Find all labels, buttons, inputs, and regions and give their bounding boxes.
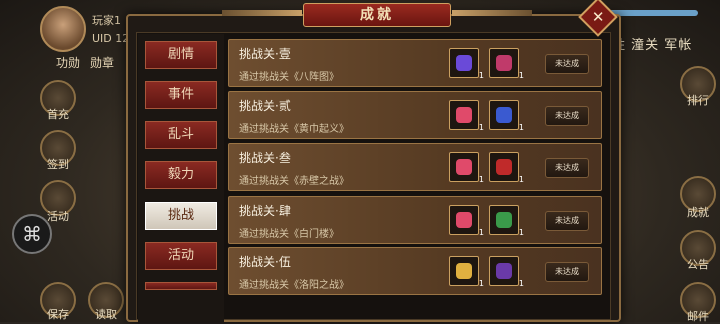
tab-event[interactable]: 事件 <box>145 81 217 109</box>
first-recharge-label: 首充 <box>47 108 69 121</box>
achievement-title: 挑战关·贰 <box>239 99 291 113</box>
claim-status-button[interactable]: 未达成 <box>545 54 589 74</box>
tab-more[interactable] <box>145 282 217 290</box>
tab-perseverance[interactable]: 毅力 <box>145 161 217 189</box>
book-icon <box>496 55 512 71</box>
tab-activity[interactable]: 活动 <box>145 242 217 270</box>
reward-count: 1 <box>518 228 524 237</box>
reward-count: 1 <box>518 123 524 132</box>
reward-item[interactable]: 1 <box>489 152 524 184</box>
tab-challenge[interactable]: 挑战 <box>145 202 217 230</box>
modal-title: 成就 <box>303 3 451 27</box>
reward-item[interactable]: 1 <box>449 48 484 80</box>
achievement-row: 挑战关·贰通过挑战关《黄巾起义》 1 1 未达成 <box>228 91 602 139</box>
gem-icon <box>456 55 472 71</box>
floating-menu-icon[interactable]: ⌘ <box>12 214 52 254</box>
achievement-title: 挑战关·壹 <box>239 47 291 61</box>
title-ornament-left <box>222 10 302 16</box>
close-icon: ✕ <box>591 7 605 26</box>
tab-story[interactable]: 剧情 <box>145 41 217 69</box>
reward-count: 1 <box>478 71 484 80</box>
tab-brawl[interactable]: 乱斗 <box>145 121 217 149</box>
achievement-description: 通过挑战关《赤壁之战》 <box>239 176 349 187</box>
achievement-description: 通过挑战关《黄巾起义》 <box>239 124 349 135</box>
reward-count: 1 <box>518 279 524 288</box>
reward-count: 1 <box>478 175 484 184</box>
claim-status-button[interactable]: 未达成 <box>545 262 589 282</box>
achievement-row: 挑战关·叁通过挑战关《赤壁之战》 1 1 未达成 <box>228 143 602 191</box>
reward-count: 1 <box>518 175 524 184</box>
achievement-title: 挑战关·肆 <box>239 204 291 218</box>
checkin-label: 签到 <box>47 158 69 171</box>
gem-icon <box>456 159 472 175</box>
reward-count: 1 <box>478 228 484 237</box>
claim-status-button[interactable]: 未达成 <box>545 106 589 126</box>
reward-item[interactable]: 1 <box>449 205 484 237</box>
reward-item[interactable]: 1 <box>449 256 484 288</box>
reward-item[interactable]: 1 <box>489 205 524 237</box>
load-label: 读取 <box>95 308 117 321</box>
achievement-row: 挑战关·壹通过挑战关《八阵图》 1 1 未达成 <box>228 39 602 87</box>
claim-status-button[interactable]: 未达成 <box>545 211 589 231</box>
achievement-description: 通过挑战关《八阵图》 <box>239 72 339 83</box>
book-icon <box>496 263 512 279</box>
reward-count: 1 <box>478 123 484 132</box>
medal-link[interactable]: 勋章 <box>90 54 114 71</box>
book-icon <box>496 107 512 123</box>
reward-item[interactable]: 1 <box>449 152 484 184</box>
notice-label: 公告 <box>687 258 709 271</box>
merit-link[interactable]: 功勋 <box>56 54 80 71</box>
gem-icon <box>456 263 472 279</box>
ranking-label: 排行 <box>687 94 709 107</box>
achievement-description: 通过挑战关《洛阳之战》 <box>239 280 349 291</box>
book-icon <box>496 159 512 175</box>
achievement-title: 挑战关·叁 <box>239 151 291 165</box>
save-label: 保存 <box>47 308 69 321</box>
achievement-label: 成就 <box>687 206 709 219</box>
achievement-title: 挑战关·伍 <box>239 255 291 269</box>
reward-item[interactable]: 1 <box>489 100 524 132</box>
title-ornament-right <box>452 10 532 16</box>
reward-count: 1 <box>518 71 524 80</box>
book-icon <box>496 212 512 228</box>
reward-count: 1 <box>478 279 484 288</box>
player-name: 玩家1 <box>92 14 121 27</box>
reward-item[interactable]: 1 <box>449 100 484 132</box>
player-avatar[interactable] <box>40 6 86 52</box>
reward-item[interactable]: 1 <box>489 48 524 80</box>
achievement-row: 挑战关·肆通过挑战关《白门楼》 1 1 未达成 <box>228 196 602 244</box>
gem-icon <box>456 212 472 228</box>
right-tabs[interactable]: 胜 潼关 军帐 <box>612 34 692 53</box>
achievement-row: 挑战关·伍通过挑战关《洛阳之战》 1 1 未达成 <box>228 247 602 295</box>
claim-status-button[interactable]: 未达成 <box>545 158 589 178</box>
gem-icon <box>456 107 472 123</box>
reward-item[interactable]: 1 <box>489 256 524 288</box>
achievement-description: 通过挑战关《白门楼》 <box>239 229 339 240</box>
